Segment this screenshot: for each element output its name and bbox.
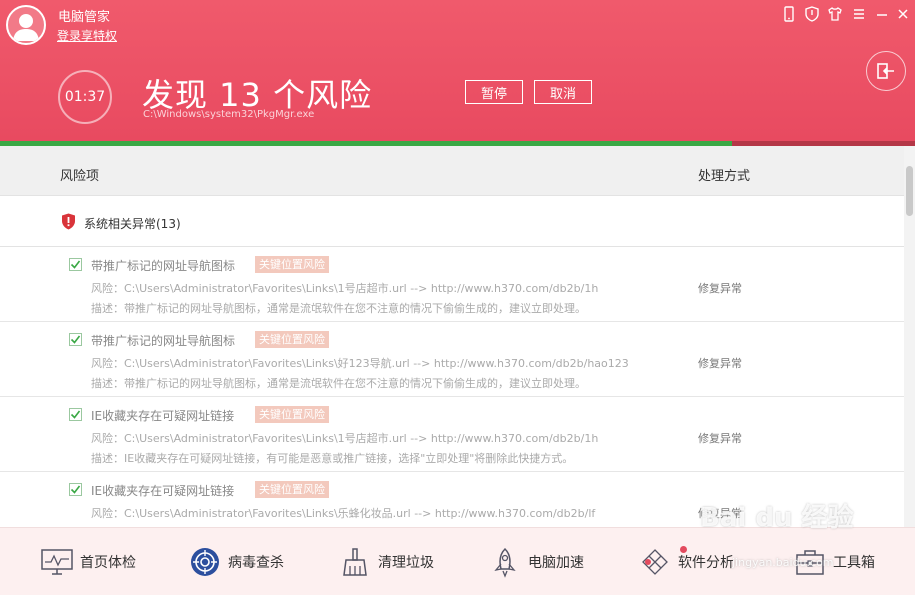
exit-button[interactable] bbox=[866, 51, 906, 91]
check-icon bbox=[70, 410, 81, 419]
minimize-icon[interactable] bbox=[873, 5, 891, 23]
rocket-icon bbox=[488, 545, 522, 579]
item-title: 带推广标记的网址导航图标 bbox=[91, 334, 236, 348]
close-icon[interactable] bbox=[894, 5, 912, 23]
risk-item: IE收藏夹存在可疑网址链接 关键位置风险风险：C:\Users\Administr… bbox=[0, 472, 904, 527]
nav-toolbox[interactable]: 工具箱 bbox=[793, 528, 875, 595]
item-risk-path: 风险：C:\Users\Administrator\Favorites\Link… bbox=[91, 432, 599, 445]
scan-timer: 01:37 bbox=[58, 70, 112, 124]
item-description: 描述：IE收藏夹存在可疑网址链接，有可能是恶意或推广链接，选择"立即处理"将删除… bbox=[91, 452, 574, 465]
risk-item: IE收藏夹存在可疑网址链接 关键位置风险风险：C:\Users\Administr… bbox=[0, 397, 904, 472]
avatar[interactable] bbox=[6, 5, 46, 45]
group-header: 系统相关异常(13) bbox=[0, 197, 904, 247]
item-checkbox[interactable] bbox=[69, 483, 82, 496]
item-description: 描述：带推广标记的网址导航图标，通常是流氓软件在您不注意的情况下偷偷生成的，建议… bbox=[91, 302, 586, 315]
pause-button[interactable]: 暂停 bbox=[465, 80, 523, 104]
table-header: 风险项 处理方式 bbox=[0, 146, 904, 196]
fix-action-link[interactable]: 修复异常 bbox=[698, 355, 742, 371]
nav-software-analysis[interactable]: 软件分析 bbox=[638, 528, 734, 595]
risk-item: 带推广标记的网址导航图标 关键位置风险风险：C:\Users\Administra… bbox=[0, 247, 904, 322]
phone-icon[interactable] bbox=[780, 5, 798, 23]
item-checkbox[interactable] bbox=[69, 333, 82, 346]
target-icon bbox=[188, 545, 222, 579]
fix-action-link[interactable]: 修复异常 bbox=[698, 505, 742, 521]
item-risk-path: 风险：C:\Users\Administrator\Favorites\Link… bbox=[91, 507, 596, 520]
item-risk-path: 风险：C:\Users\Administrator\Favorites\Link… bbox=[91, 357, 629, 370]
item-risk-tag: 关键位置风险 bbox=[255, 331, 329, 348]
scrollbar[interactable] bbox=[904, 146, 915, 527]
monitor-icon bbox=[40, 545, 74, 579]
item-risk-tag: 关键位置风险 bbox=[255, 406, 329, 423]
menu-icon[interactable] bbox=[850, 5, 868, 23]
check-icon bbox=[70, 260, 81, 269]
item-title: IE收藏夹存在可疑网址链接 bbox=[91, 409, 235, 423]
item-checkbox[interactable] bbox=[69, 408, 82, 421]
nav-home-checkup[interactable]: 首页体检 bbox=[40, 528, 136, 595]
app-title: 电脑管家 bbox=[58, 10, 111, 25]
user-icon bbox=[13, 14, 39, 41]
fix-action-link[interactable]: 修复异常 bbox=[698, 430, 742, 446]
check-icon bbox=[70, 335, 81, 344]
nav-label: 工具箱 bbox=[833, 555, 875, 571]
item-title: 带推广标记的网址导航图标 bbox=[91, 259, 236, 273]
skin-shirt-icon[interactable] bbox=[826, 5, 844, 23]
risk-item: 带推广标记的网址导航图标 关键位置风险风险：C:\Users\Administra… bbox=[0, 322, 904, 397]
item-description: 描述：带推广标记的网址导航图标，通常是流氓软件在您不注意的情况下偷偷生成的，建议… bbox=[91, 377, 586, 390]
check-icon bbox=[70, 485, 81, 494]
bottom-nav: 首页体检 病毒查杀 清理垃圾 电脑加速 软件分析 工具箱 bbox=[0, 527, 915, 595]
item-risk-tag: 关键位置风险 bbox=[255, 481, 329, 498]
warning-shield-icon bbox=[62, 213, 75, 230]
column-risk-header: 风险项 bbox=[60, 169, 100, 184]
software-icon bbox=[638, 545, 672, 579]
login-link[interactable]: 登录享特权 bbox=[57, 27, 117, 44]
new-badge-dot bbox=[680, 546, 687, 553]
app-window: 电脑管家 登录享特权 01:37 发现 13 个风险 C:\Windows\sy… bbox=[0, 0, 915, 595]
risk-list: 系统相关异常(13) 带推广标记的网址导航图标 关键位置风险 风险：C:\Users… bbox=[0, 197, 904, 527]
group-label: 系统相关异常(13) bbox=[84, 217, 181, 231]
nav-label: 病毒查杀 bbox=[228, 555, 284, 571]
item-risk-path: 风险：C:\Users\Administrator\Favorites\Link… bbox=[91, 282, 599, 295]
scan-current-path: C:\Windows\system32\PkgMgr.exe bbox=[143, 109, 315, 120]
header: 电脑管家 登录享特权 01:37 发现 13 个风险 C:\Windows\sy… bbox=[0, 0, 915, 141]
shield-icon[interactable] bbox=[803, 5, 821, 23]
item-risk-tag: 关键位置风险 bbox=[255, 256, 329, 273]
column-action-header: 处理方式 bbox=[698, 169, 751, 184]
nav-label: 电脑加速 bbox=[528, 555, 584, 571]
toolbox-icon bbox=[793, 545, 827, 579]
broom-icon bbox=[338, 545, 372, 579]
nav-label: 首页体检 bbox=[80, 555, 136, 571]
item-checkbox[interactable] bbox=[69, 258, 82, 271]
item-title: IE收藏夹存在可疑网址链接 bbox=[91, 484, 235, 498]
nav-label: 清理垃圾 bbox=[378, 555, 434, 571]
nav-clean-junk[interactable]: 清理垃圾 bbox=[338, 528, 434, 595]
nav-label: 软件分析 bbox=[678, 555, 734, 571]
scrollbar-thumb[interactable] bbox=[906, 166, 913, 216]
cancel-button[interactable]: 取消 bbox=[534, 80, 592, 104]
nav-speed-up[interactable]: 电脑加速 bbox=[488, 528, 584, 595]
exit-icon bbox=[877, 63, 894, 79]
nav-virus-scan[interactable]: 病毒查杀 bbox=[188, 528, 284, 595]
fix-action-link[interactable]: 修复异常 bbox=[698, 280, 742, 296]
